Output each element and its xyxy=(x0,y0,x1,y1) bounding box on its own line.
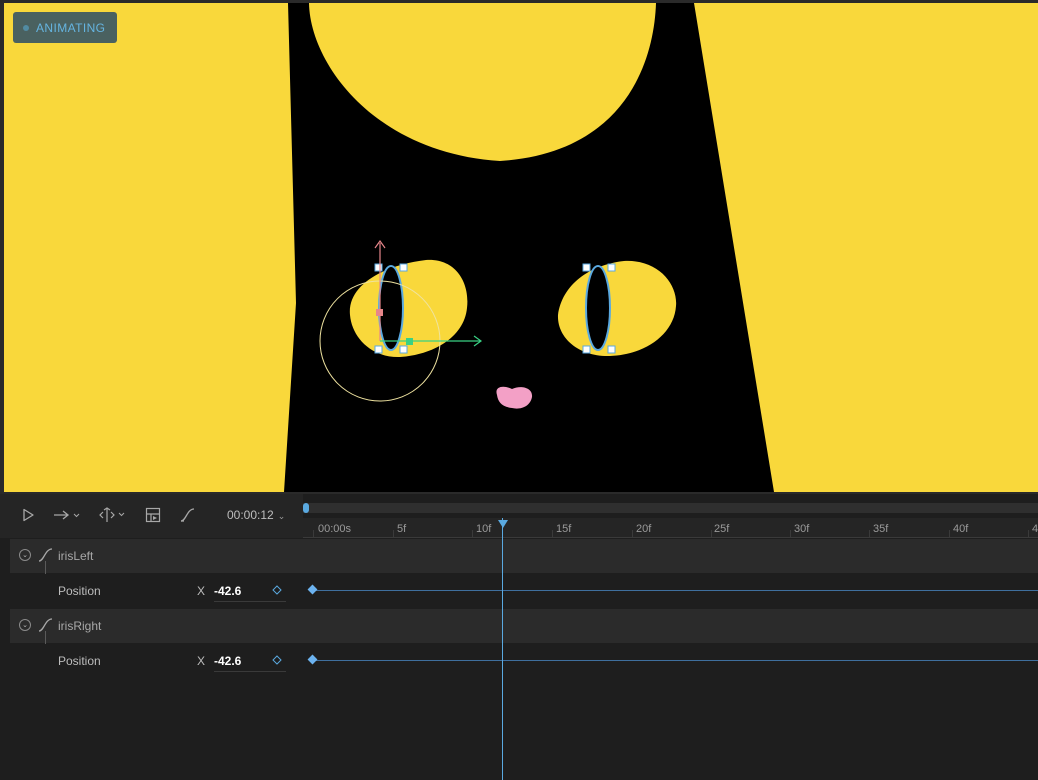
keyframe-toggle-icon[interactable] xyxy=(272,585,282,595)
track-irisRight-position[interactable] xyxy=(303,644,1038,678)
ruler-tick xyxy=(632,530,633,538)
record-icon xyxy=(145,507,161,523)
artboard[interactable]: ANIMATING xyxy=(4,3,1038,492)
animating-badge[interactable]: ANIMATING xyxy=(13,12,117,43)
scrollbar-handle[interactable] xyxy=(303,503,309,513)
playback-toolbar: 00:00:12 ⌄ xyxy=(0,494,303,538)
curve-icon xyxy=(180,508,195,522)
ruler-tick xyxy=(393,530,394,538)
easing-button[interactable] xyxy=(178,504,198,526)
property-row-position[interactable]: Position X -42.6 xyxy=(10,574,303,608)
property-label: Position xyxy=(58,654,101,668)
chevron-down-icon: ⌄ xyxy=(277,511,286,521)
ruler-label: 00:00s xyxy=(318,523,352,535)
ruler-tick xyxy=(552,530,553,538)
play-button[interactable] xyxy=(17,504,39,526)
ruler-label: 5f xyxy=(397,523,407,535)
layer-name: irisLeft xyxy=(58,549,94,563)
y-axis-grip xyxy=(376,309,383,316)
layer-name: irisRight xyxy=(58,619,102,633)
keyframe-icon[interactable] xyxy=(307,584,318,595)
iris-left[interactable] xyxy=(378,265,404,351)
loop-arrow-icon xyxy=(54,510,80,520)
time-display[interactable]: 00:00:12 ⌄ xyxy=(227,508,285,522)
ruler-tick xyxy=(949,530,950,538)
property-row-position[interactable]: Position X -42.6 xyxy=(10,644,303,678)
x-axis-grip xyxy=(406,338,413,345)
layer-row-irisLeft[interactable]: ⌄ irisLeft xyxy=(10,539,303,592)
time-ruler[interactable]: 00:00s 5f 10f 15f 20f 25f 30f 35f 40f 4 xyxy=(303,518,1038,538)
ruler-label: 40f xyxy=(953,523,969,535)
play-icon xyxy=(23,508,34,522)
status-dot-icon xyxy=(23,24,29,31)
scene-graphic[interactable] xyxy=(4,3,1038,492)
collapse-icon[interactable]: ⌄ xyxy=(19,619,31,631)
ruler-label: 30f xyxy=(794,523,810,535)
direction-dropdown[interactable] xyxy=(98,504,128,526)
ruler-tick xyxy=(1028,530,1029,538)
playhead-handle-icon[interactable] xyxy=(498,520,508,528)
ruler-tick xyxy=(472,530,473,538)
canvas-area[interactable]: ANIMATING xyxy=(0,0,1038,494)
playhead[interactable] xyxy=(502,518,503,780)
direction-icon xyxy=(99,507,125,522)
ruler-label: 4 xyxy=(1032,523,1038,535)
ruler-label: 35f xyxy=(873,523,889,535)
loop-mode-dropdown[interactable] xyxy=(52,504,82,526)
axis-label: X xyxy=(197,584,206,598)
property-label: Position xyxy=(58,584,101,598)
timeline-scrollbar[interactable] xyxy=(303,503,1038,513)
ruler-label: 20f xyxy=(636,523,652,535)
keyframe-icon[interactable] xyxy=(307,654,318,665)
current-time: 00:00:12 xyxy=(227,508,274,522)
track-irisLeft-position[interactable] xyxy=(303,574,1038,608)
ruler-label: 15f xyxy=(556,523,572,535)
collapse-icon[interactable]: ⌄ xyxy=(19,549,31,561)
keyframe-toggle-icon[interactable] xyxy=(272,655,282,665)
layer-property-list: ⌄ irisLeft Position X -42.6 ⌄ irisRight xyxy=(0,538,303,780)
timeline-panel: 00:00:12⌄ ⌄ irisLeft Position X -42.6 ⌄ xyxy=(0,494,1038,780)
track-irisRight[interactable] xyxy=(303,609,1038,643)
track-line xyxy=(313,660,1038,661)
ruler-tick xyxy=(313,530,314,538)
track-line xyxy=(313,590,1038,591)
layer-row-irisRight[interactable]: ⌄ irisRight xyxy=(10,609,303,662)
axis-label: X xyxy=(197,654,206,668)
ruler-tick xyxy=(711,530,712,538)
iris-right[interactable] xyxy=(585,265,611,351)
animating-label: ANIMATING xyxy=(36,20,106,35)
ruler-label: 10f xyxy=(476,523,492,535)
cat-body[interactable] xyxy=(284,3,774,492)
timeline-tracks[interactable]: 00:00s 5f 10f 15f 20f 25f 30f 35f 40f 4 xyxy=(303,494,1038,780)
ruler-tick xyxy=(869,530,870,538)
track-irisLeft[interactable] xyxy=(303,539,1038,573)
record-button[interactable] xyxy=(143,504,163,526)
ruler-tick xyxy=(790,530,791,538)
ruler-label: 25f xyxy=(714,523,730,535)
